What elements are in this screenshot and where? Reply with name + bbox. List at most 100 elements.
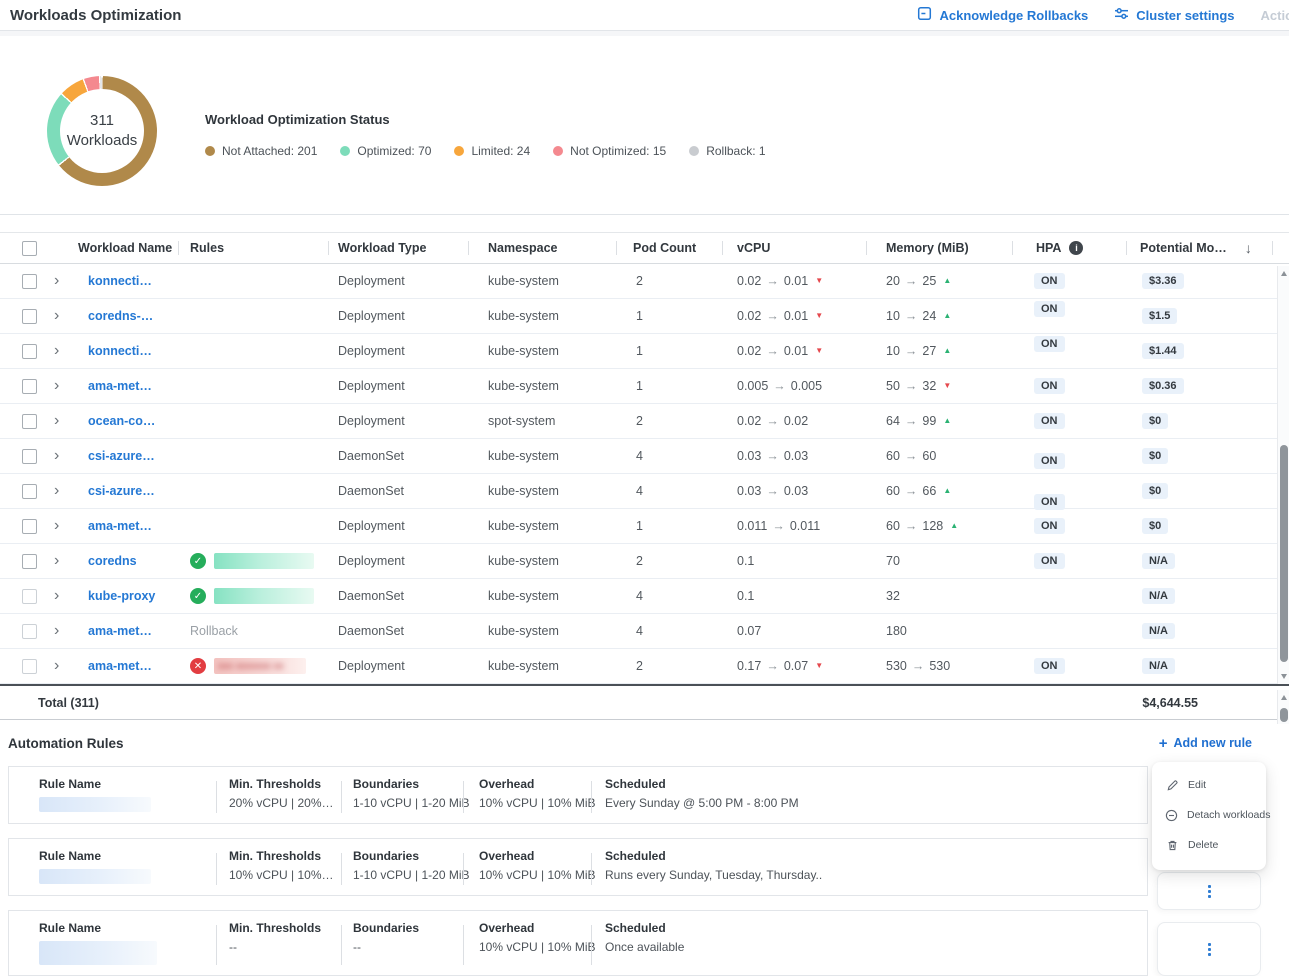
column-header-pod-count[interactable]: Pod Count [616,233,722,263]
row-checkbox[interactable] [22,519,37,534]
workload-name-link[interactable]: csi-azure… [88,484,155,498]
info-icon[interactable]: i [1069,241,1083,255]
row-checkbox[interactable] [22,484,37,499]
kebab-menu-icon[interactable] [1204,939,1215,960]
pod-count: 1 [616,334,722,368]
table-row[interactable]: › konnecti… Deployment kube-system 2 0.0… [0,264,1289,299]
workload-name-link[interactable]: kube-proxy [88,589,155,603]
scroll-up-icon[interactable] [1281,695,1287,700]
expand-chevron-icon[interactable]: › [54,448,59,464]
rule-card[interactable]: Rule Name Min. Thresholds-- Boundaries--… [8,910,1148,976]
workload-name-link[interactable]: ama-met… [88,659,152,673]
boundaries-label: Boundaries [353,921,463,935]
expand-chevron-icon[interactable]: › [54,413,59,429]
workload-name-link[interactable]: ama-met… [88,519,152,533]
rule-name-label: Rule Name [39,849,216,863]
workload-name-link[interactable]: ama-met… [88,624,152,638]
arrow-right-icon: → [905,519,918,533]
column-header-namespace[interactable]: Namespace [468,233,616,263]
column-header-hpa[interactable]: HPA i [1012,233,1126,263]
row-checkbox[interactable] [22,309,37,324]
column-header-workload-name[interactable]: Workload Name [78,233,178,263]
arrow-right-icon: → [766,659,779,673]
menu-item-edit[interactable]: Edit [1152,770,1266,800]
table-scrollbar[interactable] [1277,266,1289,684]
row-checkbox[interactable] [22,589,37,604]
expand-chevron-icon[interactable]: › [54,483,59,499]
potential-savings-badge: $1.5 [1142,308,1177,324]
expand-chevron-icon[interactable]: › [54,658,59,674]
row-checkbox[interactable] [22,344,37,359]
pod-count: 4 [616,474,722,508]
scroll-down-icon[interactable] [1281,674,1287,679]
row-checkbox[interactable] [22,449,37,464]
sort-desc-icon[interactable]: ↓ [1245,240,1252,256]
rule-card[interactable]: Rule Name Min. Thresholds10% vCPU | 10%…… [8,838,1148,896]
row-checkbox[interactable] [22,414,37,429]
rules-cell [178,264,328,298]
actions-button[interactable]: Action [1261,8,1289,23]
table-row[interactable]: › ama-met… Deployment kube-system 1 0.00… [0,369,1289,404]
table-row[interactable]: › ama-met… Rollback DaemonSet kube-syste… [0,614,1289,649]
table-row[interactable]: › csi-azure… DaemonSet kube-system 4 0.0… [0,439,1289,474]
row-checkbox[interactable] [22,624,37,639]
column-header-potential[interactable]: Potential Mo… ↓ [1126,233,1289,263]
overhead-label: Overhead [479,777,591,791]
workload-name-link[interactable]: konnecti… [88,274,152,288]
kebab-menu-icon[interactable] [1204,881,1215,902]
menu-item-detach-workloads[interactable]: Detach workloads [1152,800,1266,830]
menu-item-delete[interactable]: Delete [1152,830,1266,860]
memory-cell: 10→24▲ [866,299,1012,333]
potential-savings-badge: $0 [1142,483,1168,499]
legend-item: Rollback: 1 [689,144,765,158]
boundaries-label: Boundaries [353,849,463,863]
page-scrollbar[interactable] [1277,690,1289,724]
workload-name-link[interactable]: konnecti… [88,344,152,358]
donut-center-label: 311 Workloads [60,89,144,173]
expand-chevron-icon[interactable]: › [54,378,59,394]
workload-name-link[interactable]: ama-met… [88,379,152,393]
expand-chevron-icon[interactable]: › [54,553,59,569]
rule-error-icon: ✕ [190,658,206,674]
scrollbar-thumb[interactable] [1280,445,1288,662]
column-header-vcpu[interactable]: vCPU [722,233,866,263]
row-checkbox[interactable] [22,379,37,394]
rule-card[interactable]: Rule Name Min. Thresholds20% vCPU | 20%…… [8,766,1148,824]
workload-name-link[interactable]: csi-azure… [88,449,155,463]
table-row[interactable]: › coredns-… Deployment kube-system 1 0.0… [0,299,1289,334]
expand-chevron-icon[interactable]: › [54,273,59,289]
select-all-checkbox[interactable] [22,241,37,256]
expand-chevron-icon[interactable]: › [54,308,59,324]
table-row[interactable]: › konnecti… Deployment kube-system 1 0.0… [0,334,1289,369]
expand-chevron-icon[interactable]: › [54,623,59,639]
automation-rules-title: Automation Rules [8,736,124,751]
cluster-settings-button[interactable]: Cluster settings [1114,6,1234,24]
table-row[interactable]: › csi-azure… DaemonSet kube-system 4 0.0… [0,474,1289,509]
scrollbar-thumb[interactable] [1280,708,1288,722]
workload-name-link[interactable]: ocean-co… [88,414,155,428]
column-header-rules[interactable]: Rules [178,233,328,263]
expand-chevron-icon[interactable]: › [54,343,59,359]
expand-chevron-icon[interactable]: › [54,588,59,604]
workload-name-link[interactable]: coredns [88,554,137,568]
column-header-workload-type[interactable]: Workload Type [328,233,468,263]
expand-chevron-icon[interactable]: › [54,518,59,534]
memory-cell: 60→128▲ [866,509,1012,543]
row-checkbox[interactable] [22,554,37,569]
table-row[interactable]: › ama-met… ✕xxx xxxxxxx xx Deployment ku… [0,649,1289,684]
vcpu-cell: 0.02→0.01▼ [722,264,866,298]
legend-dot [689,146,699,156]
workload-name-link[interactable]: coredns-… [88,309,153,323]
add-new-rule-button[interactable]: + Add new rule [1159,735,1252,752]
scroll-up-icon[interactable] [1281,271,1287,276]
legend-label: Limited: 24 [471,144,530,158]
row-checkbox[interactable] [22,274,37,289]
table-row[interactable]: › ama-met… Deployment kube-system 1 0.01… [0,509,1289,544]
table-row[interactable]: › kube-proxy ✓ DaemonSet kube-system 4 0… [0,579,1289,614]
column-header-memory[interactable]: Memory (MiB) [866,233,1012,263]
row-checkbox[interactable] [22,659,37,674]
table-row[interactable]: › coredns ✓ Deployment kube-system 2 0.1… [0,544,1289,579]
acknowledge-rollbacks-button[interactable]: Acknowledge Rollbacks [917,6,1088,24]
hpa-badge: ON [1034,413,1065,429]
table-row[interactable]: › ocean-co… Deployment spot-system 2 0.0… [0,404,1289,439]
